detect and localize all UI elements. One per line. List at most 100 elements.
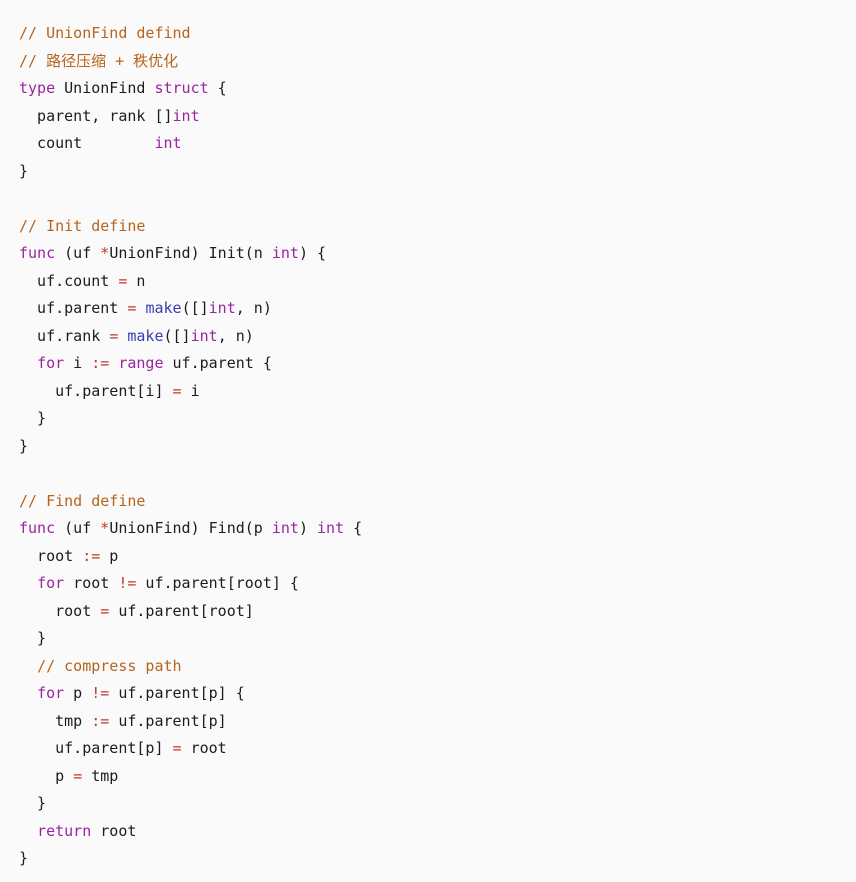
code-line: // Find define	[19, 488, 856, 516]
code-token-plain: count	[19, 134, 155, 152]
code-line: p = tmp	[19, 763, 856, 791]
code-token-operator: =	[109, 326, 119, 345]
code-line: for p != uf.parent[p] {	[19, 680, 856, 708]
code-token-keyword: for	[37, 684, 65, 702]
code-line: parent, rank []int	[19, 103, 856, 131]
code-line: root = uf.parent[root]	[19, 598, 856, 626]
code-line: for i := range uf.parent {	[19, 350, 856, 378]
code-token-plain: UnionFind	[55, 79, 155, 97]
code-token-plain: root	[19, 601, 101, 620]
code-token-plain: )	[298, 519, 318, 537]
code-token-type: int	[190, 326, 218, 345]
code-line: }	[19, 158, 856, 186]
code-token-plain: uf.parent[p]	[19, 739, 173, 757]
code-token-plain: p	[100, 546, 119, 565]
code-token-plain: i	[181, 381, 200, 400]
code-line: for root != uf.parent[root] {	[19, 570, 856, 598]
code-token-plain: uf.parent[i]	[19, 381, 173, 400]
code-token-plain: }	[19, 436, 29, 455]
code-line: uf.rank = make([]int, n)	[19, 323, 856, 351]
code-token-operator: =	[172, 381, 182, 400]
code-line: type UnionFind struct {	[19, 75, 856, 103]
code-token-keyword: for	[37, 574, 65, 592]
code-line: uf.parent = make([]int, n)	[19, 295, 856, 323]
code-token-operator: !=	[91, 684, 110, 702]
code-token-comment: // UnionFind defind	[19, 24, 191, 42]
code-token-keyword: for	[37, 354, 65, 372]
code-token-plain: uf.parent[p] {	[109, 684, 245, 702]
code-line: ​	[19, 460, 856, 488]
code-line: ​	[19, 185, 856, 213]
code-token-plain: uf.parent[root]	[109, 601, 254, 620]
code-token-type: int	[172, 106, 200, 125]
code-token-type: int	[271, 519, 299, 537]
code-token-keyword: func	[19, 244, 56, 262]
code-token-operator: =	[172, 739, 182, 757]
code-token-plain: UnionFind) Init(n	[109, 244, 272, 262]
code-line: // Init define	[19, 213, 856, 241]
code-token-keyword: range	[118, 354, 164, 372]
code-token-type: int	[317, 519, 345, 537]
code-token-plain: root	[181, 739, 227, 757]
code-line: return root	[19, 818, 856, 846]
code-token-plain: , n)	[235, 299, 272, 317]
code-line: tmp := uf.parent[p]	[19, 708, 856, 736]
code-token-plain: {	[208, 79, 227, 97]
code-line: count int	[19, 130, 856, 158]
code-token-type: int	[154, 134, 182, 152]
code-token-plain: uf.parent[root] {	[136, 574, 299, 592]
code-line: root := p	[19, 543, 856, 571]
code-token-plain: root	[64, 574, 119, 592]
code-token-operator: :=	[91, 711, 110, 730]
code-line: uf.parent[p] = root	[19, 735, 856, 763]
code-token-plain: p	[64, 684, 92, 702]
code-token-plain: }	[19, 849, 29, 867]
code-token-operator: :=	[91, 354, 110, 372]
code-token-plain: }	[19, 161, 29, 180]
code-token-plain: p	[19, 766, 74, 785]
code-token-plain: root	[91, 821, 137, 840]
code-token-plain: UnionFind) Find(p	[109, 519, 272, 537]
code-token-comment: // 路径压缩 + 秩优化	[19, 51, 179, 70]
code-line: // compress path	[19, 653, 856, 681]
code-token-plain: {	[344, 519, 363, 537]
code-token-keyword: func	[19, 519, 56, 537]
code-token-operator: =	[100, 601, 110, 620]
code-token-operator: :=	[82, 546, 101, 565]
code-line: func (uf *UnionFind) Find(p int) int {	[19, 515, 856, 543]
code-token-plain: uf.parent	[19, 299, 128, 317]
code-line: // UnionFind defind	[19, 20, 856, 48]
code-token-operator: *	[100, 244, 110, 262]
code-token-comment: // compress path	[37, 656, 182, 675]
code-token-plain: (uf	[55, 519, 101, 537]
code-token-plain: i	[64, 354, 92, 372]
code-line: uf.count = n	[19, 268, 856, 296]
code-token-comment: // Init define	[19, 216, 146, 235]
code-token-operator: =	[73, 766, 83, 785]
code-token-plain: , n)	[217, 326, 254, 345]
code-line: func (uf *UnionFind) Init(n int) {	[19, 240, 856, 268]
code-token-plain: uf.rank	[19, 326, 110, 345]
code-token-plain: }	[19, 629, 47, 647]
code-token-operator: *	[100, 519, 110, 537]
code-token-keyword: struct	[154, 79, 209, 97]
code-token-plain: ) {	[298, 244, 327, 262]
code-token-type: int	[208, 299, 236, 317]
code-token-plain: n	[127, 271, 146, 290]
code-token-plain: tmp	[82, 766, 119, 785]
code-token-plain: ([]	[181, 299, 209, 317]
code-token-builtin: make	[145, 299, 182, 317]
code-token-plain: ([]	[163, 326, 191, 345]
code-line: }	[19, 625, 856, 653]
code-line: }	[19, 433, 856, 461]
code-token-plain: tmp	[19, 711, 92, 730]
code-token-plain: uf.parent[p]	[109, 711, 227, 730]
code-token-type: int	[271, 244, 299, 262]
code-line: uf.parent[i] = i	[19, 378, 856, 406]
code-token-keyword: return	[37, 821, 92, 840]
code-viewer[interactable]: // UnionFind defind // 路径压缩 + 秩优化 type Uni…	[0, 0, 856, 882]
code-token-plain: }	[19, 409, 47, 427]
